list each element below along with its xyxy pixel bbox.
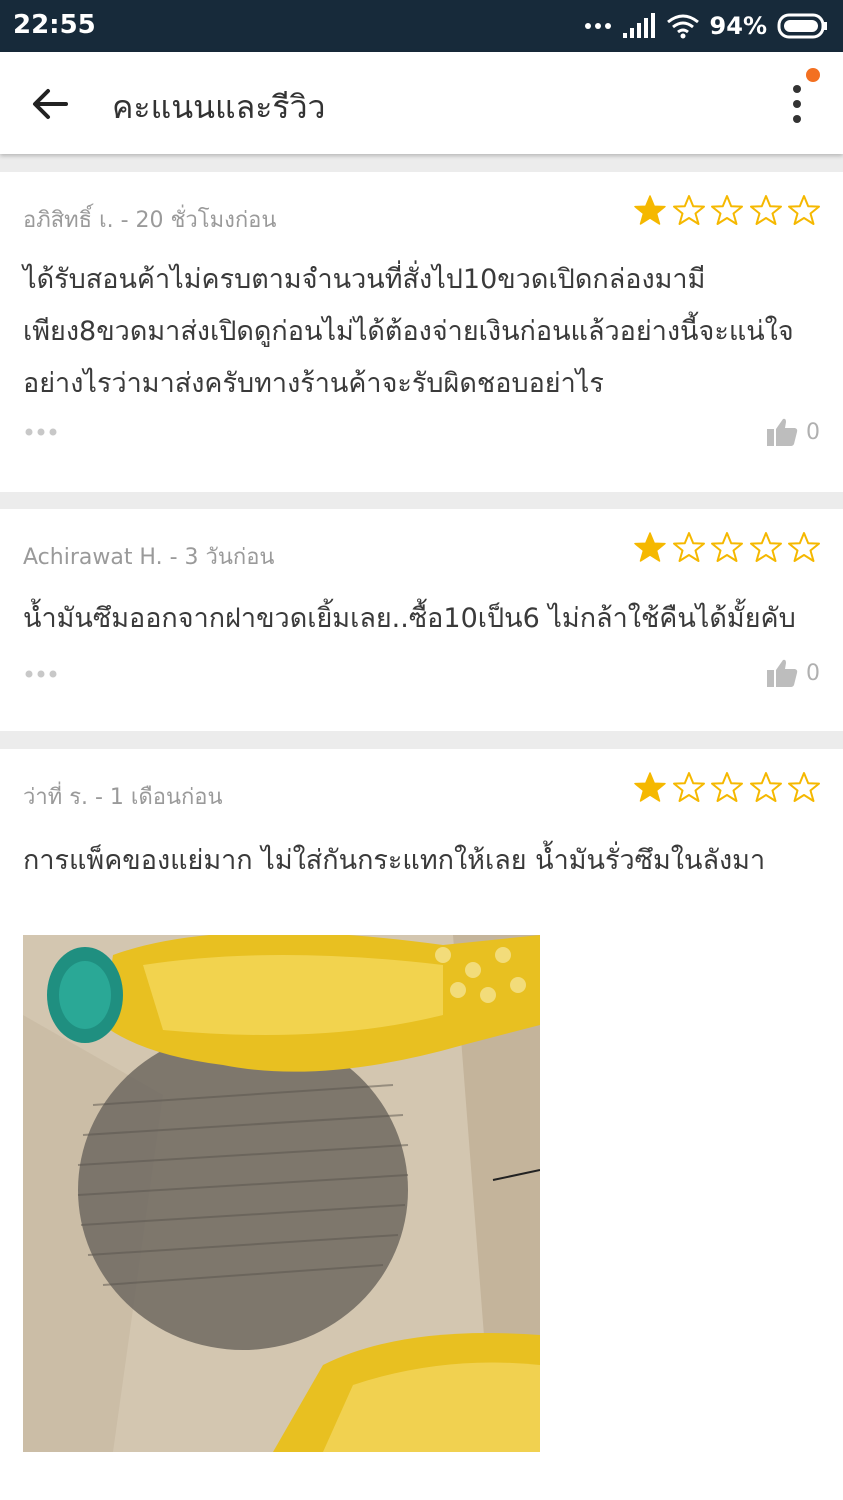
app-bar: คะแนนและรีวิว	[0, 52, 843, 154]
status-icons: 94%	[584, 8, 829, 44]
review-card: ว่าที่ ร. - 1 เดือนก่อน การแพ็คของแย่มาก…	[0, 749, 843, 1500]
star-filled-icon	[634, 772, 666, 802]
more-dots-icon	[584, 23, 611, 29]
thumbs-up-icon[interactable]	[766, 417, 798, 447]
star-outline-icon	[788, 532, 820, 562]
star-outline-icon	[788, 195, 820, 225]
battery-icon	[777, 13, 827, 39]
page-title: คะแนนและรีวิว	[112, 88, 326, 126]
star-outline-icon	[749, 532, 782, 562]
star-filled-icon	[634, 532, 666, 562]
back-arrow-icon[interactable]	[28, 82, 72, 126]
review-text: ได้รับสอนค้าไม่ครบตามจำนวนที่สั่งไป10ขวด…	[23, 264, 794, 399]
notification-badge	[806, 68, 820, 82]
more-options-icon[interactable]	[24, 669, 58, 679]
star-filled-icon	[634, 195, 666, 225]
review-author-time: อภิสิทธิ์ เ. - 20 ชั่วโมงก่อน	[23, 208, 277, 233]
star-rating	[633, 531, 821, 567]
star-outline-icon	[749, 195, 782, 225]
star-outline-icon	[749, 772, 782, 802]
battery-percent: 94%	[709, 12, 767, 40]
review-card: อภิสิทธิ์ เ. - 20 ชั่วโมงก่อน ได้รับสอนค…	[0, 172, 843, 492]
signal-icon	[622, 13, 655, 38]
thumbs-up-icon[interactable]	[766, 658, 798, 688]
status-bar: 22:55 94%	[0, 0, 843, 52]
review-text: น้ำมันซึมออกจากฝาขวดเยิ้มเลย..ซื้อ10เป็น…	[23, 603, 796, 634]
more-options-icon[interactable]	[24, 427, 58, 437]
star-rating	[633, 194, 821, 230]
review-author-time: Achirawat H. - 3 วันก่อน	[23, 545, 275, 570]
star-rating	[633, 771, 821, 807]
more-vert-icon[interactable]	[784, 82, 810, 126]
star-outline-icon	[711, 195, 743, 225]
star-outline-icon	[672, 532, 705, 562]
star-outline-icon	[672, 195, 705, 225]
review-photo[interactable]	[23, 935, 540, 1452]
star-outline-icon	[711, 772, 743, 802]
wifi-icon	[666, 14, 699, 39]
review-card: Achirawat H. - 3 วันก่อน น้ำมันซึมออกจาก…	[0, 509, 843, 731]
star-outline-icon	[711, 532, 743, 562]
like-count: 0	[806, 661, 820, 686]
star-outline-icon	[672, 772, 705, 802]
review-text: การแพ็คของแย่มาก ไม่ใส่กันกระแทกให้เลย น…	[23, 845, 766, 876]
review-author-time: ว่าที่ ร. - 1 เดือนก่อน	[23, 785, 223, 810]
star-outline-icon	[788, 772, 820, 802]
like-count: 0	[806, 420, 820, 445]
status-time: 22:55	[13, 10, 96, 40]
